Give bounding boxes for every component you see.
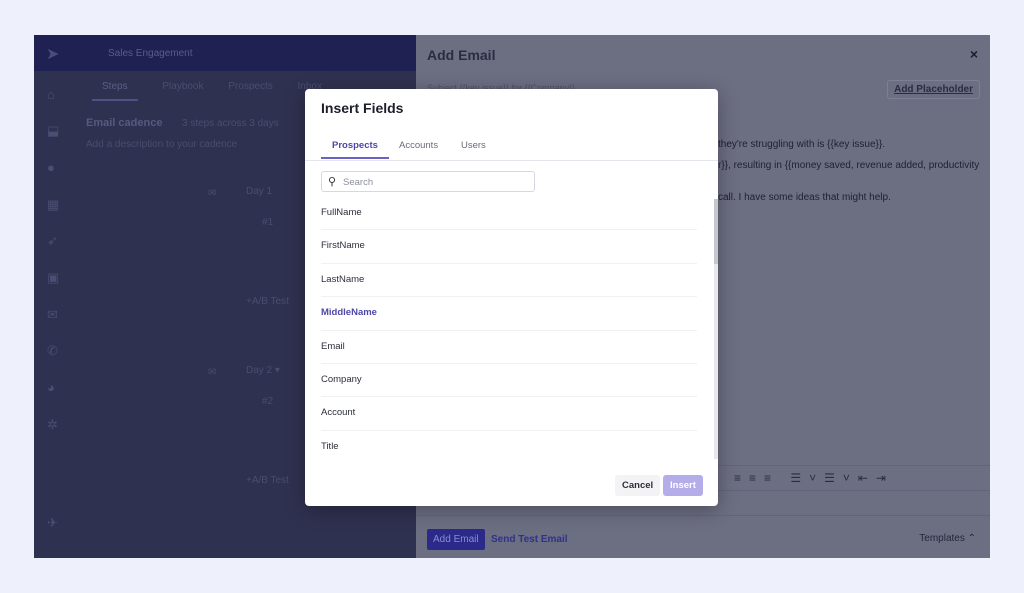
insert-button[interactable]: Insert [663,475,703,496]
tab-accounts[interactable]: Accounts [399,140,438,151]
list-item[interactable]: Company [321,364,697,398]
inbox-icon[interactable]: ⬓ [47,123,59,139]
top-bar: ➤ Sales Engagement [34,35,416,71]
cancel-button[interactable]: Cancel [615,475,661,496]
scrollbar-thumb[interactable] [714,199,718,264]
scrollbar[interactable] [714,199,718,459]
close-icon[interactable]: × [970,46,978,62]
body-line[interactable]: call. I have some ideas that might help. [718,192,891,203]
step2-number: #2 [262,396,274,407]
step-email-icon-2: ✉ [208,367,217,378]
body-line[interactable]: they're struggling with is {{key issue}}… [718,139,885,150]
step-email-icon: ✉ [208,188,217,199]
add-placeholder-button[interactable]: Add Placeholder [887,80,980,99]
templates-button[interactable]: Templates ⌃ [919,533,976,544]
search-icon: ⚲ [328,176,337,188]
step1-number: #1 [262,217,274,228]
ab-test-link-2[interactable]: +A/B Test [246,475,289,486]
list-item[interactable]: FirstName [321,230,697,264]
day1-label: Day 1 [246,186,273,197]
list-item[interactable]: Account [321,397,697,431]
sidebar: ⌂ ⬓ ● ▦ ➶ ▣ ✉ ✆ ◕ ✲ ✈ [34,71,74,558]
modal-tabs: Prospects Accounts Users [305,139,718,161]
user-icon[interactable]: ● [47,160,55,175]
list-item[interactable]: Title [321,431,697,464]
reports-icon[interactable]: ◕ [47,380,55,395]
cadence-meta: 3 steps across 3 days [182,118,279,129]
search-placeholder: Search [343,177,374,188]
ab-test-link-1[interactable]: +A/B Test [246,296,289,307]
phone-icon[interactable]: ✆ [47,343,58,359]
tab-users[interactable]: Users [461,140,486,151]
settings-icon[interactable]: ✲ [47,417,58,433]
tab-prospects[interactable]: Prospects [228,81,272,92]
cadence-title[interactable]: Email cadence [86,117,162,129]
tab-prospects[interactable]: Prospects [321,140,389,159]
home-icon[interactable]: ⌂ [47,87,55,102]
rocket-icon[interactable]: ✈ [47,515,58,531]
list-item[interactable]: FullName [321,197,697,231]
panel-title: Add Email [427,47,496,63]
add-email-button[interactable]: Add Email [427,529,485,550]
panel-footer: Add Email Send Test Email Templates ⌃ [416,515,990,558]
list-item[interactable]: Email [321,331,697,364]
tab-steps[interactable]: Steps [92,81,138,101]
insert-fields-modal: Insert Fields Prospects Accounts Users ⚲… [305,89,718,506]
list-item-selected[interactable]: MiddleName [321,297,697,331]
description-field[interactable]: Add a description to your cadence [86,139,237,150]
mail-icon[interactable]: ✉ [47,307,58,323]
list-item[interactable]: LastName [321,264,697,298]
day2-label[interactable]: Day 2 ▾ [246,365,280,376]
body-line[interactable]: r}}, resulting in {{money saved, revenue… [718,160,979,171]
modal-title: Insert Fields [321,100,404,116]
search-input[interactable]: ⚲ Search [321,171,535,192]
send-icon[interactable]: ➶ [47,233,58,249]
send-test-email-button[interactable]: Send Test Email [491,534,568,545]
field-list: FullName FirstName LastName MiddleName E… [321,197,697,464]
accounts-icon[interactable]: ▦ [47,197,59,213]
tab-playbook[interactable]: Playbook [162,81,203,92]
app-title: Sales Engagement [108,48,193,59]
logo-icon: ➤ [46,46,60,63]
tasks-icon[interactable]: ▣ [47,270,59,286]
